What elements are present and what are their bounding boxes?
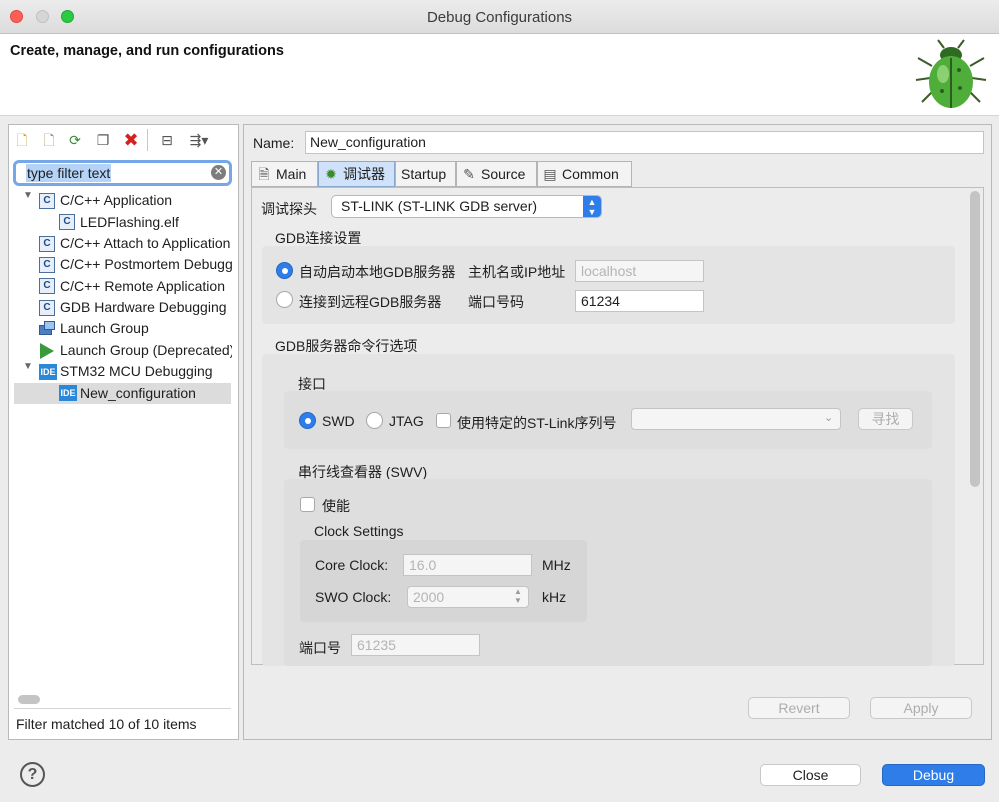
launch-group-icon [39, 321, 56, 337]
c-icon: C [39, 257, 55, 273]
help-icon[interactable]: ? [20, 762, 45, 787]
duplicate-icon[interactable]: ❐ [94, 131, 112, 149]
jtag-label: JTAG [389, 413, 424, 429]
swd-label: SWD [322, 413, 355, 429]
name-label: Name: [253, 135, 295, 151]
swo-clock-select[interactable]: 2000 [407, 586, 529, 608]
clock-settings-title: Clock Settings [314, 523, 404, 539]
apply-button[interactable]: Apply [870, 697, 972, 719]
c-icon: C [59, 214, 75, 230]
toolbar-separator [147, 129, 148, 151]
main-tab-icon: 🗎 [258, 166, 270, 182]
host-field[interactable]: localhost [575, 260, 704, 282]
connect-remote-label: 连接到远程GDB服务器 [299, 294, 442, 310]
swv-enable-label: 使能 [322, 498, 350, 514]
delete-icon[interactable]: ✖ [122, 131, 140, 149]
clear-filter-icon[interactable]: ✕ [211, 165, 226, 180]
expand-arrow-icon[interactable]: ▼ [22, 361, 34, 372]
tab-source[interactable]: ✎ Source [456, 161, 537, 187]
select-arrows-icon: ▲ ▼ [514, 587, 522, 605]
close-button[interactable]: Close [760, 764, 861, 786]
filter-menu-icon[interactable]: ⇶▾ [184, 131, 214, 149]
tab-startup[interactable]: Startup [395, 161, 456, 187]
tree-item-launch-group[interactable]: Launch Group [60, 318, 149, 339]
find-button[interactable]: 寻找 [858, 408, 913, 430]
swv-port-label: 端口号 [299, 640, 341, 656]
tab-debugger[interactable]: ✹ 调试器 [318, 161, 395, 187]
core-clock-unit: MHz [542, 557, 571, 573]
c-icon: C [39, 236, 55, 252]
new-prototype-icon[interactable]: 🗋 [40, 131, 58, 149]
select-arrows-icon[interactable]: ▲ ▼ [583, 196, 601, 217]
tree-item-stm32[interactable]: STM32 MCU Debugging [60, 361, 213, 382]
tab-main[interactable]: 🗎 Main [251, 161, 318, 187]
ide-icon: IDE [39, 364, 57, 380]
probe-select[interactable]: ST-LINK (ST-LINK GDB server) [331, 195, 602, 218]
horizontal-scrollbar-thumb[interactable] [18, 695, 40, 704]
tree-item-postmortem[interactable]: C/C++ Postmortem Debugger [60, 254, 232, 275]
tree-item-launch-group-deprecated[interactable]: Launch Group (Deprecated) [60, 340, 232, 361]
c-icon: C [39, 193, 55, 209]
filter-placeholder: type filter text [26, 164, 112, 182]
header-title: Create, manage, and run configurations [10, 43, 284, 59]
gdb-connection-group [262, 246, 955, 324]
swo-clock-label: SWO Clock: [315, 589, 392, 605]
tree-item-attach[interactable]: C/C++ Attach to Application [60, 233, 232, 254]
debug-button[interactable]: Debug [882, 764, 985, 786]
play-icon [40, 343, 54, 359]
auto-start-radio[interactable] [276, 262, 293, 279]
c-icon: C [39, 278, 55, 294]
gdb-connection-title: GDB连接设置 [275, 230, 362, 246]
debugger-bug-icon: ✹ [325, 166, 337, 182]
use-serial-checkbox[interactable] [436, 413, 451, 428]
host-label: 主机名或IP地址 [468, 264, 566, 280]
jtag-radio[interactable] [366, 412, 383, 429]
tab-common[interactable]: ▤ Common [537, 161, 632, 187]
debug-bug-icon [915, 39, 987, 108]
serial-select[interactable] [631, 408, 841, 430]
use-serial-label: 使用特定的ST-Link序列号 [457, 415, 617, 431]
clock-settings-group [300, 540, 587, 622]
name-field[interactable]: New_configuration [305, 131, 984, 154]
gdb-cmd-title: GDB服务器命令行选项 [275, 338, 418, 354]
export-icon[interactable]: ⟳ [66, 131, 84, 149]
auto-start-label: 自动启动本地GDB服务器 [299, 264, 456, 280]
tree-item-remote[interactable]: C/C++ Remote Application [60, 276, 232, 297]
tree-item-gdb-hardware[interactable]: GDB Hardware Debugging [60, 297, 232, 318]
swv-enable-checkbox[interactable] [300, 497, 315, 512]
c-icon: C [39, 300, 55, 316]
tree-item-cpp-application[interactable]: C/C++ Application [60, 190, 172, 211]
vertical-scrollbar-thumb[interactable] [970, 191, 980, 487]
collapse-all-icon[interactable]: ⊟ [158, 131, 176, 149]
filter-status: Filter matched 10 of 10 items [16, 716, 197, 732]
probe-label: 调试探头 [261, 201, 317, 217]
chevron-down-icon: ⌄ [824, 412, 834, 424]
source-icon: ✎ [463, 166, 475, 182]
connect-remote-radio[interactable] [276, 291, 293, 308]
tree-item-ledflashing[interactable]: LEDFlashing.elf [80, 212, 179, 233]
swo-clock-unit: kHz [542, 589, 567, 605]
expand-arrow-icon[interactable]: ▼ [22, 190, 34, 201]
tree-item-new-configuration[interactable]: New_configuration [80, 383, 196, 404]
ide-icon: IDE [59, 385, 77, 401]
window-title: Debug Configurations [426, 9, 573, 26]
core-clock-field[interactable]: 16.0 [403, 554, 532, 576]
swd-radio[interactable] [299, 412, 316, 429]
horizontal-scrollbar[interactable] [14, 689, 231, 707]
common-icon: ▤ [543, 166, 557, 182]
revert-button[interactable]: Revert [748, 697, 850, 719]
new-configuration-icon[interactable]: 🗋 [13, 131, 31, 149]
port-label: 端口号码 [468, 294, 524, 310]
port-field[interactable]: 61234 [575, 290, 704, 312]
divider [14, 708, 231, 709]
core-clock-label: Core Clock: [315, 557, 389, 573]
swv-port-field[interactable]: 61235 [351, 634, 480, 656]
